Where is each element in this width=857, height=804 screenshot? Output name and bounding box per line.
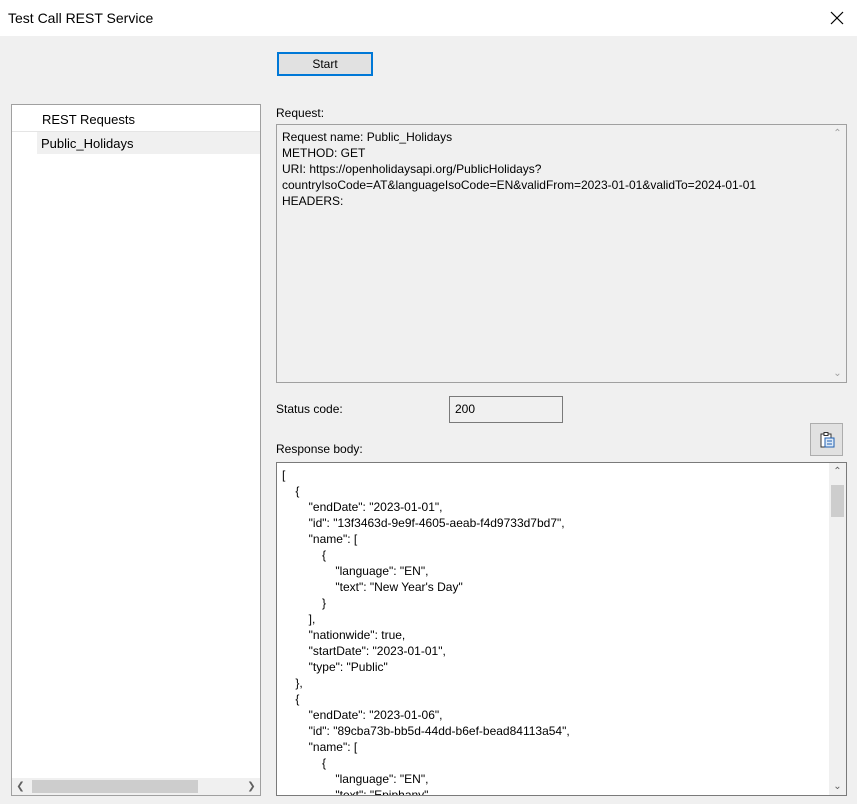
scrollbar-thumb[interactable] [32,780,198,793]
scroll-down-icon[interactable]: ⌄ [829,365,846,382]
close-button[interactable] [817,0,857,36]
request-label: Request: [276,106,325,120]
response-body-textbox[interactable]: [ { "endDate": "2023-01-01", "id": "13f3… [276,462,847,796]
response-body-label: Response body: [276,442,363,456]
status-code-field[interactable]: 200 [449,396,563,423]
request-text: Request name: Public_Holidays METHOD: GE… [282,130,757,208]
list-item-label: Public_Holidays [41,136,134,151]
list-item-public-holidays[interactable]: Public_Holidays [37,132,260,154]
start-button[interactable]: Start [277,52,373,76]
list-column-header[interactable]: REST Requests [12,105,260,132]
response-body-text: [ { "endDate": "2023-01-01", "id": "13f3… [282,468,570,796]
scroll-down-icon[interactable]: ⌄ [829,778,846,795]
title-bar: Test Call REST Service [0,0,857,36]
rest-requests-list[interactable]: REST Requests Public_Holidays ❮ ❯ [11,104,261,796]
list-header-label: REST Requests [42,112,135,127]
window-title: Test Call REST Service [8,10,154,26]
clipboard-icon [820,431,834,447]
request-vertical-scrollbar[interactable]: ⌃ ⌄ [829,125,846,382]
request-textbox[interactable]: Request name: Public_Holidays METHOD: GE… [276,124,847,383]
status-code-label: Status code: [276,402,343,416]
scroll-right-icon[interactable]: ❯ [243,778,260,795]
scroll-up-icon[interactable]: ⌃ [829,463,846,480]
close-icon [830,11,844,25]
scroll-left-icon[interactable]: ❮ [12,778,29,795]
horizontal-scrollbar[interactable]: ❮ ❯ [12,778,260,795]
scrollbar-thumb[interactable] [831,485,844,517]
status-code-value: 200 [455,402,476,416]
scroll-up-icon[interactable]: ⌃ [829,125,846,142]
copy-button[interactable] [810,423,843,456]
response-vertical-scrollbar[interactable]: ⌃ ⌄ [829,463,846,795]
